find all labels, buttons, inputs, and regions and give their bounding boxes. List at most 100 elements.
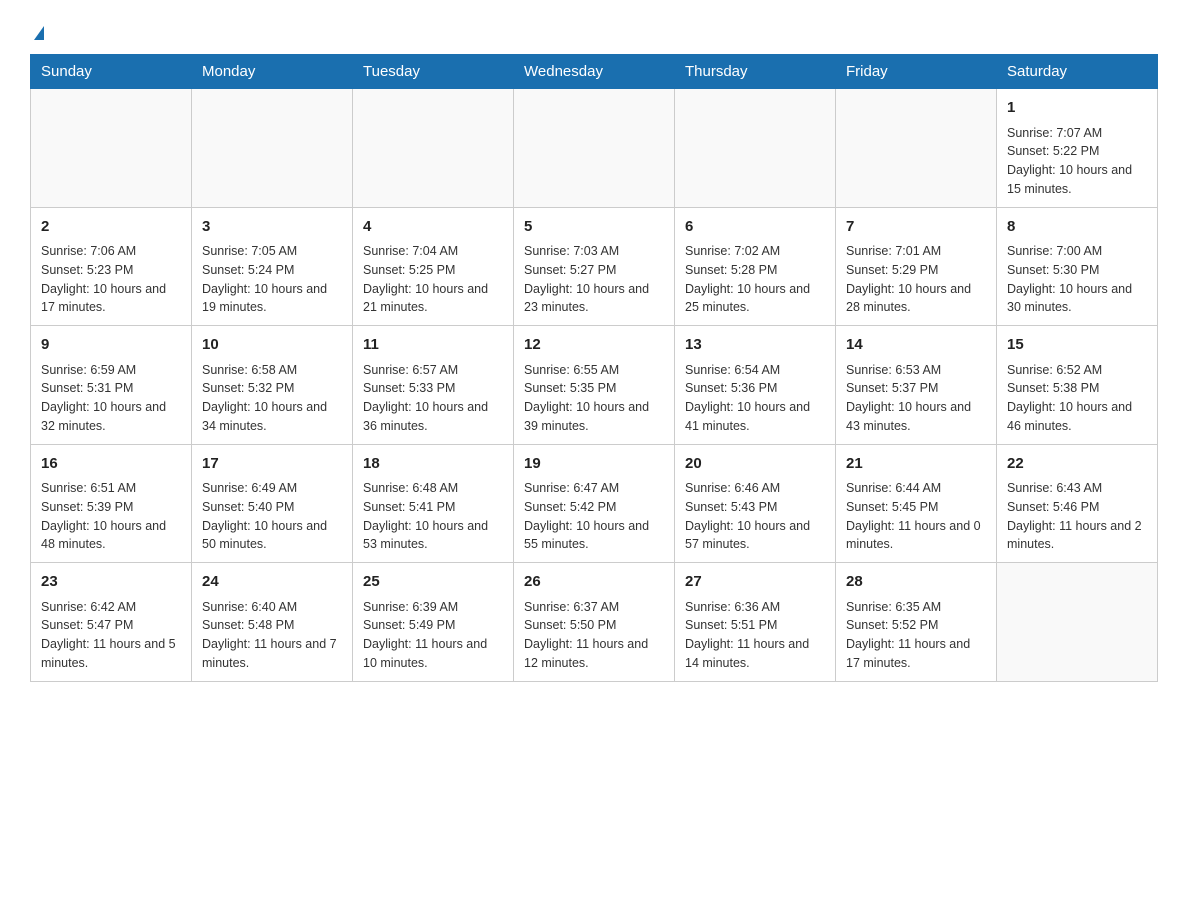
day-info-line: Sunset: 5:24 PM	[202, 261, 342, 280]
day-info-line: Daylight: 11 hours and 7 minutes.	[202, 635, 342, 673]
day-info-line: Sunset: 5:42 PM	[524, 498, 664, 517]
day-info-line: Sunrise: 6:48 AM	[363, 479, 503, 498]
calendar-week-row-4: 16Sunrise: 6:51 AMSunset: 5:39 PMDayligh…	[31, 444, 1158, 563]
day-info-line: Sunrise: 6:42 AM	[41, 598, 181, 617]
day-info-line: Sunrise: 6:49 AM	[202, 479, 342, 498]
day-number: 15	[1007, 334, 1147, 357]
day-info-line: Daylight: 10 hours and 15 minutes.	[1007, 161, 1147, 199]
day-info-line: Sunrise: 6:53 AM	[846, 361, 986, 380]
calendar-cell: 10Sunrise: 6:58 AMSunset: 5:32 PMDayligh…	[192, 326, 353, 445]
day-info-line: Sunset: 5:29 PM	[846, 261, 986, 280]
day-info-line: Daylight: 10 hours and 43 minutes.	[846, 398, 986, 436]
day-info-line: Daylight: 10 hours and 50 minutes.	[202, 517, 342, 555]
calendar-cell: 13Sunrise: 6:54 AMSunset: 5:36 PMDayligh…	[675, 326, 836, 445]
calendar-cell	[514, 89, 675, 208]
day-info-line: Sunset: 5:33 PM	[363, 379, 503, 398]
day-number: 3	[202, 216, 342, 239]
calendar-cell: 19 Sunrise: 6:47 AMSunset: 5:42 PMDayligh…	[514, 444, 675, 563]
calendar-week-row-3: 9Sunrise: 6:59 AMSunset: 5:31 PMDaylight…	[31, 326, 1158, 445]
day-info-line: Sunset: 5:50 PM	[524, 616, 664, 635]
day-info-line: Daylight: 11 hours and 17 minutes.	[846, 635, 986, 673]
day-info-line: Daylight: 10 hours and 34 minutes.	[202, 398, 342, 436]
day-info-line: Sunrise: 6:39 AM	[363, 598, 503, 617]
calendar-week-row-1: 1Sunrise: 7:07 AMSunset: 5:22 PMDaylight…	[31, 89, 1158, 208]
calendar-cell: 1Sunrise: 7:07 AMSunset: 5:22 PMDaylight…	[997, 89, 1158, 208]
calendar-cell: 21Sunrise: 6:44 AMSunset: 5:45 PMDayligh…	[836, 444, 997, 563]
logo-triangle-icon	[34, 26, 44, 40]
day-number: 12	[524, 334, 664, 357]
day-info-line: Sunrise: 6:47 AM	[524, 479, 664, 498]
day-info-line: Sunset: 5:35 PM	[524, 379, 664, 398]
day-number: 20	[685, 453, 825, 476]
day-info-line: Daylight: 10 hours and 30 minutes.	[1007, 280, 1147, 318]
day-info-line: Sunrise: 6:55 AM	[524, 361, 664, 380]
calendar-cell	[836, 89, 997, 208]
day-info-line: Sunrise: 6:57 AM	[363, 361, 503, 380]
calendar-cell: 17Sunrise: 6:49 AMSunset: 5:40 PMDayligh…	[192, 444, 353, 563]
calendar-week-row-2: 2Sunrise: 7:06 AMSunset: 5:23 PMDaylight…	[31, 207, 1158, 326]
day-info-line: Daylight: 10 hours and 55 minutes.	[524, 517, 664, 555]
day-info-line: Sunset: 5:37 PM	[846, 379, 986, 398]
day-number: 9	[41, 334, 181, 357]
calendar-header-wednesday: Wednesday	[514, 55, 675, 89]
calendar-cell: 18Sunrise: 6:48 AMSunset: 5:41 PMDayligh…	[353, 444, 514, 563]
day-info-line: Daylight: 10 hours and 17 minutes.	[41, 280, 181, 318]
day-info-line: Sunrise: 7:07 AM	[1007, 124, 1147, 143]
day-info-line: Sunset: 5:31 PM	[41, 379, 181, 398]
day-number: 7	[846, 216, 986, 239]
day-info-line: Sunset: 5:48 PM	[202, 616, 342, 635]
calendar-cell: 3 Sunrise: 7:05 AMSunset: 5:24 PMDaylight…	[192, 207, 353, 326]
day-info-line: Sunrise: 6:43 AM	[1007, 479, 1147, 498]
day-info-line: Sunset: 5:22 PM	[1007, 142, 1147, 161]
day-info-line: Daylight: 11 hours and 12 minutes.	[524, 635, 664, 673]
day-info-line: Sunset: 5:46 PM	[1007, 498, 1147, 517]
calendar-cell: 8Sunrise: 7:00 AMSunset: 5:30 PMDaylight…	[997, 207, 1158, 326]
day-number: 16	[41, 453, 181, 476]
day-info-line: Daylight: 10 hours and 19 minutes.	[202, 280, 342, 318]
day-info-line: Sunrise: 6:46 AM	[685, 479, 825, 498]
day-number: 13	[685, 334, 825, 357]
day-info-line: Daylight: 11 hours and 14 minutes.	[685, 635, 825, 673]
day-info-line: Sunset: 5:49 PM	[363, 616, 503, 635]
day-info-line: Daylight: 10 hours and 25 minutes.	[685, 280, 825, 318]
calendar-cell	[31, 89, 192, 208]
calendar-cell: 7Sunrise: 7:01 AMSunset: 5:29 PMDaylight…	[836, 207, 997, 326]
calendar-cell	[675, 89, 836, 208]
day-info-line: Daylight: 10 hours and 32 minutes.	[41, 398, 181, 436]
day-info-line: Sunset: 5:40 PM	[202, 498, 342, 517]
calendar-header-tuesday: Tuesday	[353, 55, 514, 89]
day-info-line: Sunrise: 6:37 AM	[524, 598, 664, 617]
page-header	[30, 20, 1158, 44]
calendar-cell: 15Sunrise: 6:52 AMSunset: 5:38 PMDayligh…	[997, 326, 1158, 445]
day-info-line: Sunset: 5:41 PM	[363, 498, 503, 517]
day-info-line: Sunrise: 7:06 AM	[41, 242, 181, 261]
calendar-header-row: SundayMondayTuesdayWednesdayThursdayFrid…	[31, 55, 1158, 89]
day-info-line: Sunset: 5:23 PM	[41, 261, 181, 280]
day-number: 22	[1007, 453, 1147, 476]
day-info-line: Daylight: 11 hours and 2 minutes.	[1007, 517, 1147, 555]
day-number: 8	[1007, 216, 1147, 239]
day-info-line: Daylight: 10 hours and 46 minutes.	[1007, 398, 1147, 436]
calendar-cell	[192, 89, 353, 208]
calendar-cell	[353, 89, 514, 208]
day-info-line: Sunrise: 6:36 AM	[685, 598, 825, 617]
day-info-line: Sunset: 5:47 PM	[41, 616, 181, 635]
calendar-cell: 20Sunrise: 6:46 AMSunset: 5:43 PMDayligh…	[675, 444, 836, 563]
day-info-line: Sunrise: 7:02 AM	[685, 242, 825, 261]
day-number: 18	[363, 453, 503, 476]
calendar-cell: 6Sunrise: 7:02 AMSunset: 5:28 PMDaylight…	[675, 207, 836, 326]
day-info-line: Daylight: 11 hours and 10 minutes.	[363, 635, 503, 673]
day-info-line: Sunrise: 7:05 AM	[202, 242, 342, 261]
day-number: 26	[524, 571, 664, 594]
day-info-line: Sunrise: 6:54 AM	[685, 361, 825, 380]
day-info-line: Sunrise: 7:04 AM	[363, 242, 503, 261]
calendar-cell: 26 Sunrise: 6:37 AMSunset: 5:50 PMDayligh…	[514, 563, 675, 682]
calendar-header-monday: Monday	[192, 55, 353, 89]
day-info-line: Sunset: 5:25 PM	[363, 261, 503, 280]
day-info-line: Sunrise: 6:44 AM	[846, 479, 986, 498]
day-info-line: Daylight: 10 hours and 36 minutes.	[363, 398, 503, 436]
day-info-line: Sunset: 5:38 PM	[1007, 379, 1147, 398]
day-info-line: Sunset: 5:36 PM	[685, 379, 825, 398]
calendar-cell: 14Sunrise: 6:53 AMSunset: 5:37 PMDayligh…	[836, 326, 997, 445]
day-number: 19	[524, 453, 664, 476]
